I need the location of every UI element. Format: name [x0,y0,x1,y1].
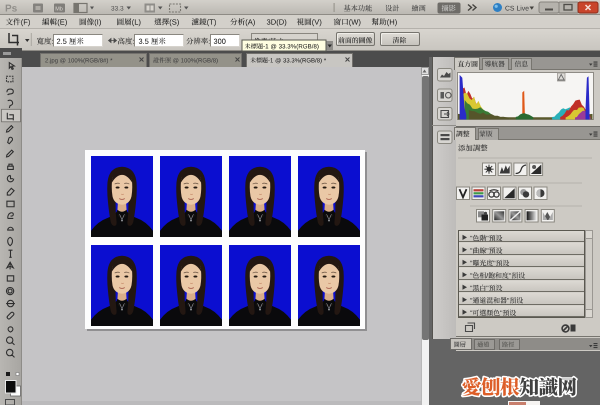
svg-text:Mb: Mb [55,7,63,13]
